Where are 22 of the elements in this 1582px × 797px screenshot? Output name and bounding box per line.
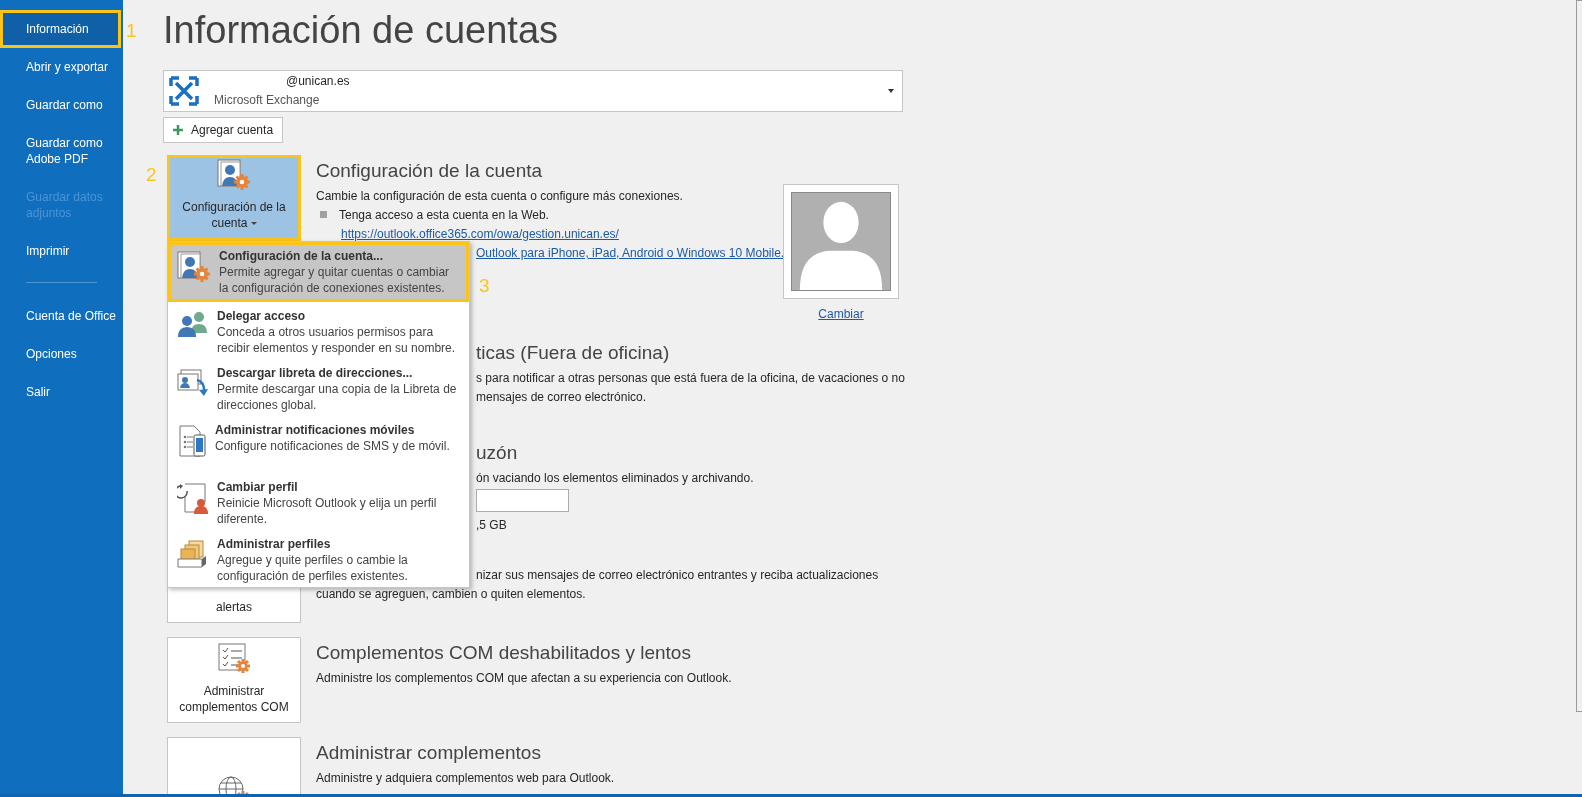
section-description: ón vaciando los elementos eliminados y archivando.	[476, 470, 754, 487]
section-heading: uzón	[476, 441, 518, 465]
section-description: Administre los complementos COM que afectan a su experiencia con Outlook.	[316, 670, 732, 687]
account-email: @unican.es	[286, 73, 350, 90]
page-title: Información de cuentas	[163, 8, 559, 52]
bullet-text: Tenga acceso a esta cuenta en la Web.	[339, 208, 549, 222]
section-heading: Configuración de la cuenta	[316, 159, 543, 183]
sidebar-item: Guardar datos adjuntos	[25, 189, 104, 222]
section-description: Administre y adquiera complementos web para Outlook.	[316, 770, 615, 787]
callout-number: 3	[479, 276, 490, 296]
section-description: mensajes de correo electrónico.	[476, 389, 647, 406]
section-description: nizar sus mensajes de correo electrónico entrantes y reciba actualizaciones	[476, 567, 879, 584]
section-heading: Administrar complementos	[316, 741, 541, 765]
account-type: Microsoft Exchange	[214, 92, 320, 109]
section-heading: ticas (Fuera de oficina)	[476, 341, 670, 365]
callout-number: 2	[146, 165, 157, 185]
section-description: s para notificar a otras personas que está fuera de la oficina, de vacaciones o no	[476, 370, 905, 387]
section-description: cuando se agreguen, cambien o quiten elementos.	[316, 586, 586, 603]
section-description: Cambie la configuración de esta cuenta o configure más conexiones.	[316, 188, 683, 205]
section-description: ,5 GB	[476, 517, 507, 534]
callout-number: 1	[126, 21, 137, 41]
section-heading: Complementos COM deshabilitados y lentos	[316, 641, 691, 665]
